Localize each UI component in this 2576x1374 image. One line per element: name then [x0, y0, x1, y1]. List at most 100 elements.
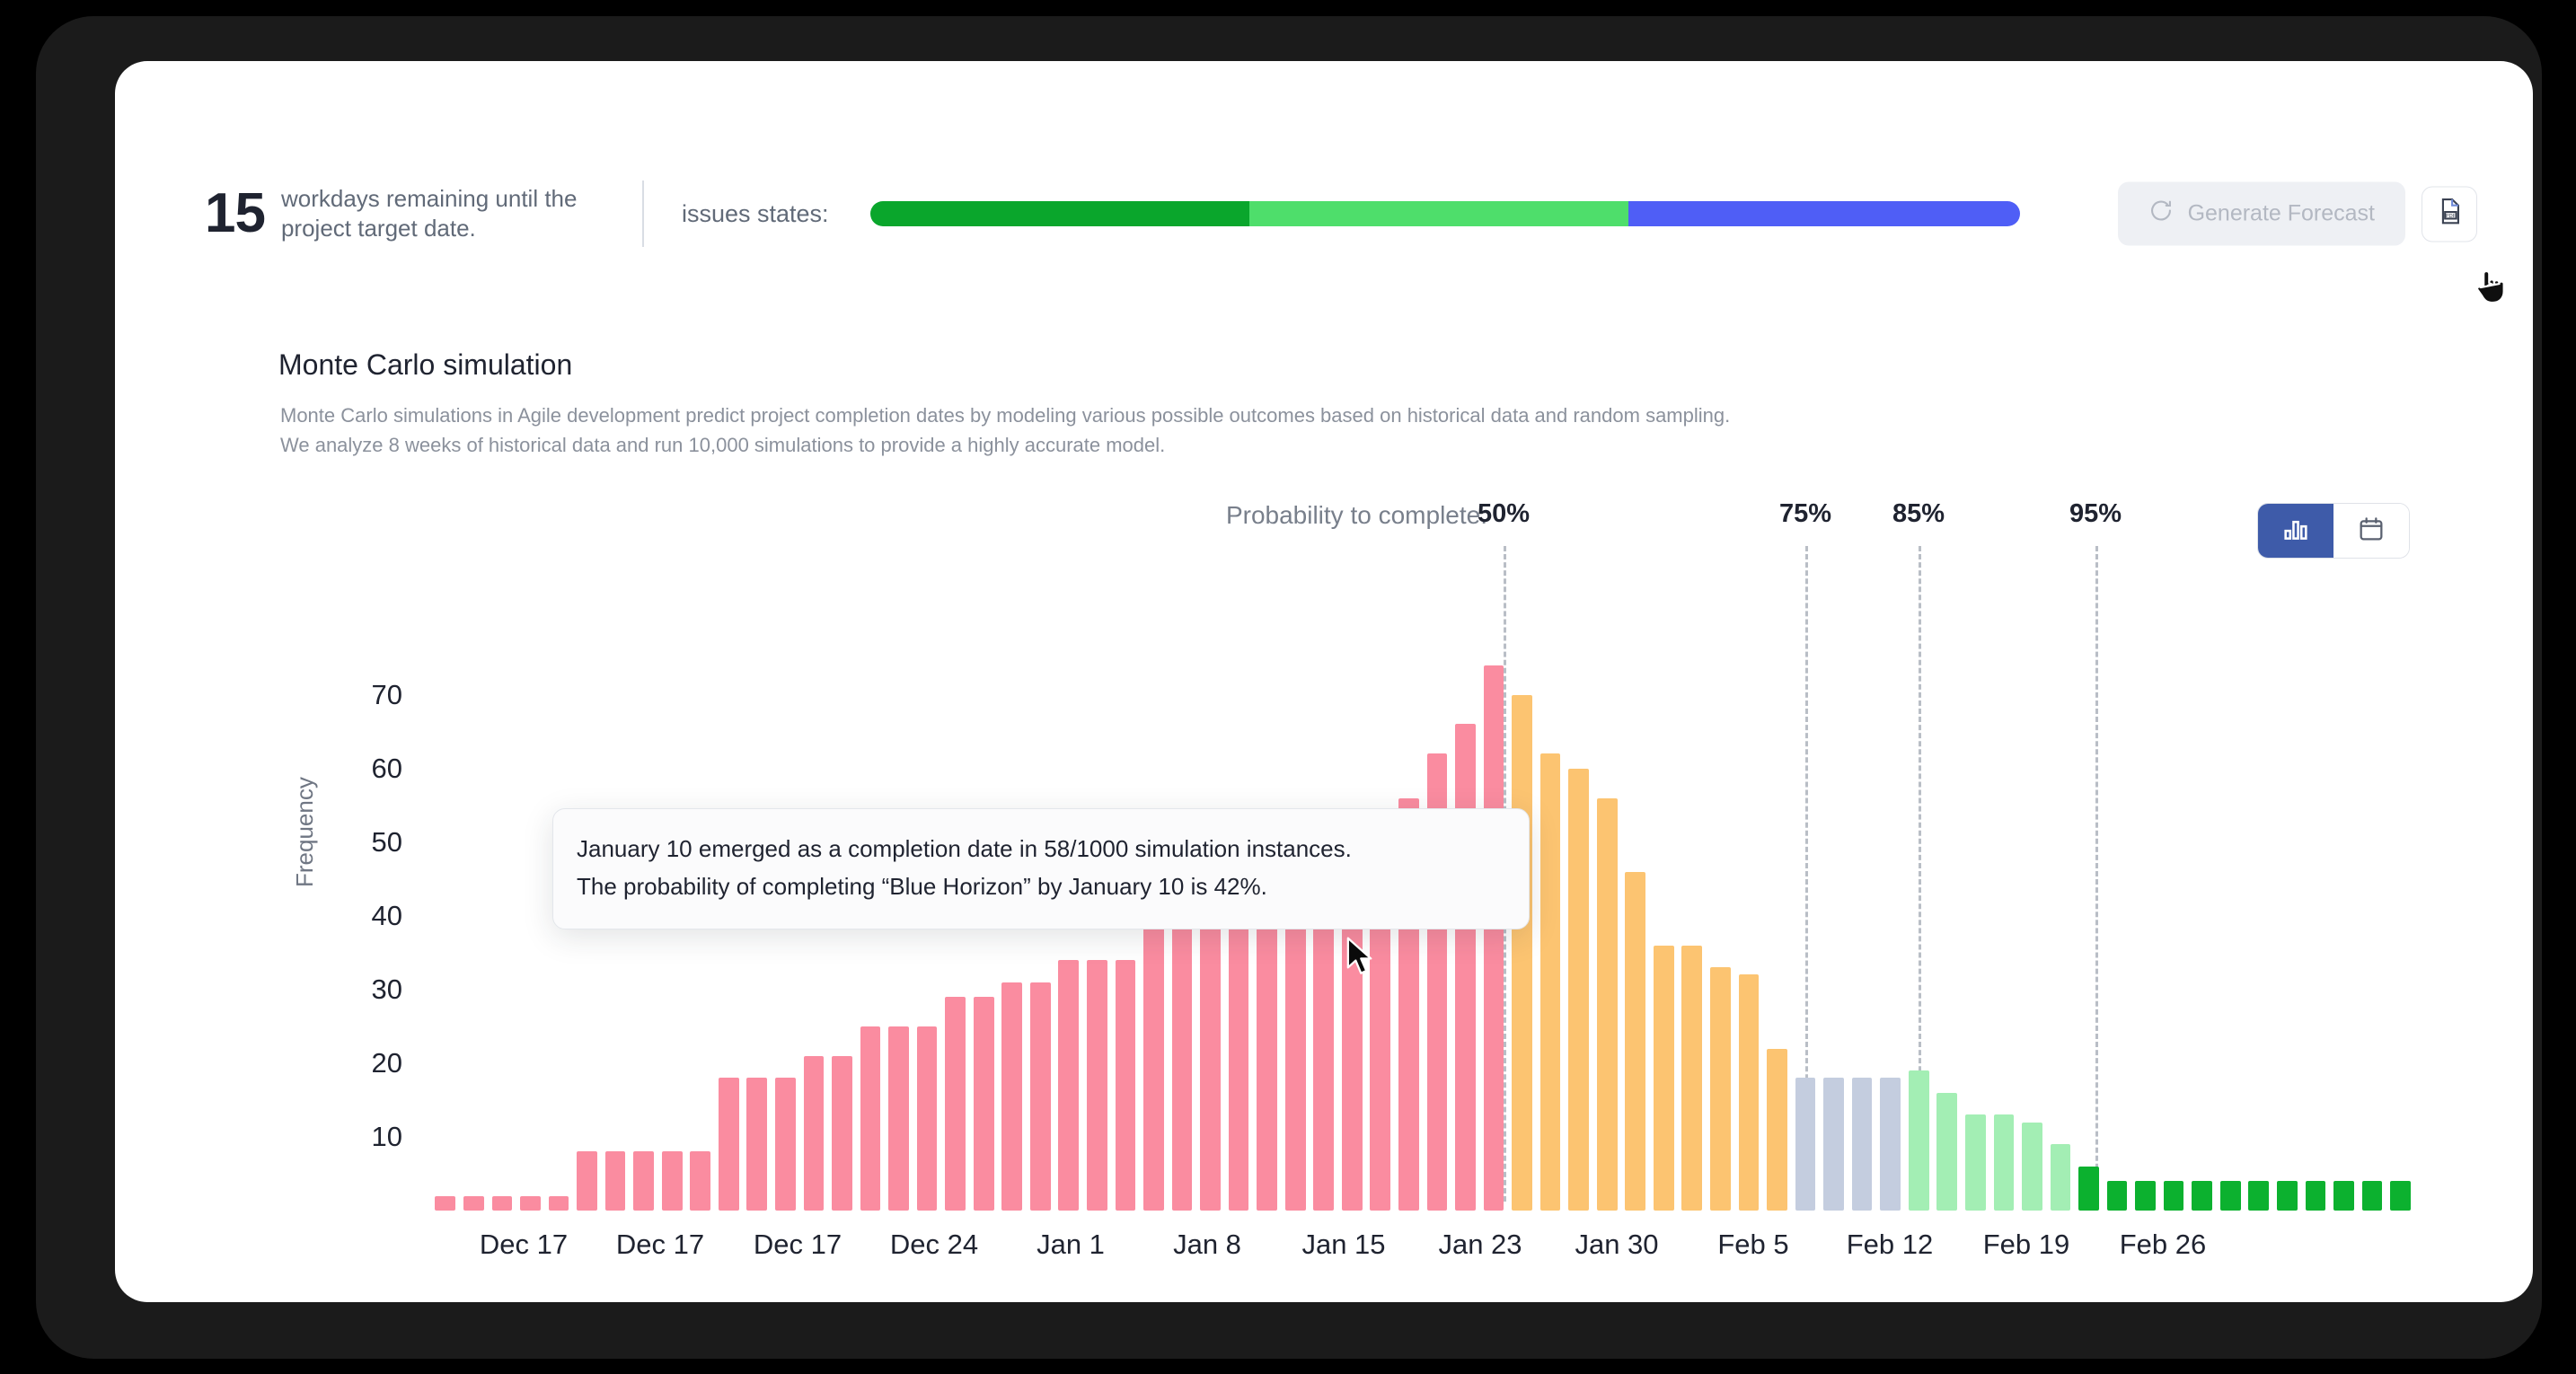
histogram-bar[interactable] [1710, 967, 1731, 1211]
histogram-bar-slot[interactable] [431, 636, 460, 1211]
histogram-bar[interactable] [1539, 753, 1561, 1211]
histogram-bar-slot[interactable] [2075, 636, 2104, 1211]
histogram-bar-slot[interactable] [2046, 636, 2075, 1211]
histogram-bar-slot[interactable] [460, 636, 489, 1211]
histogram-bar[interactable] [2192, 1181, 2213, 1211]
histogram-bar[interactable] [1738, 974, 1760, 1211]
histogram-bar[interactable] [1171, 901, 1193, 1211]
histogram-bar[interactable] [1284, 901, 1306, 1211]
histogram-bar[interactable] [1823, 1078, 1844, 1211]
histogram-bar[interactable] [860, 1026, 881, 1211]
generate-forecast-button[interactable]: Generate Forecast [2117, 181, 2405, 246]
histogram-bar[interactable] [1993, 1114, 2015, 1211]
histogram-bar[interactable] [1313, 885, 1335, 1211]
histogram-bar[interactable] [746, 1078, 768, 1211]
histogram-bar-slot[interactable] [488, 636, 516, 1211]
histogram-bar[interactable] [491, 1195, 513, 1211]
histogram-bar-slot[interactable] [1565, 636, 1593, 1211]
histogram-bar[interactable] [1568, 768, 1589, 1211]
histogram-bar[interactable] [1483, 665, 1504, 1211]
histogram-bar-slot[interactable] [2216, 636, 2245, 1211]
histogram-bar[interactable] [1115, 960, 1136, 1211]
histogram-bar-slot[interactable] [1536, 636, 1565, 1211]
histogram-bar-slot[interactable] [1734, 636, 1763, 1211]
histogram-bar[interactable] [718, 1078, 739, 1211]
histogram-bar[interactable] [973, 997, 994, 1211]
histogram-bar[interactable] [774, 1078, 796, 1211]
calendar-view-button[interactable] [2333, 504, 2409, 558]
histogram-bar[interactable] [1257, 901, 1277, 1211]
histogram-bar-slot[interactable] [1707, 636, 1735, 1211]
histogram-bar[interactable] [1936, 1092, 1958, 1211]
histogram-bar-slot[interactable] [2131, 636, 2160, 1211]
histogram-bar-slot[interactable] [1904, 636, 1933, 1211]
histogram-bar[interactable] [1029, 982, 1051, 1211]
histogram-bar[interactable] [832, 1055, 852, 1211]
histogram-bar[interactable] [1596, 797, 1618, 1211]
histogram-bar[interactable] [1200, 901, 1221, 1211]
histogram-bar[interactable] [1001, 982, 1023, 1211]
histogram-bar[interactable] [2106, 1181, 2128, 1211]
histogram-bar[interactable] [1625, 871, 1646, 1211]
histogram-bar-slot[interactable] [1848, 636, 1876, 1211]
histogram-bar[interactable] [690, 1151, 711, 1211]
histogram-bar-slot[interactable] [1678, 636, 1707, 1211]
histogram-bar[interactable] [520, 1195, 541, 1211]
histogram-bar-slot[interactable] [1791, 636, 1820, 1211]
histogram-bar[interactable] [2163, 1181, 2184, 1211]
histogram-bar-slot[interactable] [2103, 636, 2131, 1211]
histogram-bar[interactable] [1908, 1070, 1929, 1211]
histogram-bar[interactable] [1767, 1048, 1787, 1211]
histogram-bar-slot[interactable] [2159, 636, 2188, 1211]
histogram-bar[interactable] [2361, 1181, 2383, 1211]
histogram-bar-slot[interactable] [1621, 636, 1650, 1211]
histogram-bar[interactable] [1851, 1078, 1873, 1211]
histogram-bar[interactable] [1455, 724, 1476, 1211]
histogram-bar[interactable] [2022, 1122, 2042, 1211]
histogram-bar[interactable] [1058, 960, 1080, 1211]
histogram-bar-slot[interactable] [2330, 636, 2359, 1211]
histogram-bar[interactable] [945, 997, 966, 1211]
histogram-bar-slot[interactable] [1876, 636, 1905, 1211]
histogram-bar[interactable] [1512, 694, 1532, 1211]
histogram-bar[interactable] [577, 1151, 597, 1211]
histogram-bar[interactable] [604, 1151, 626, 1211]
histogram-bar[interactable] [435, 1195, 456, 1211]
histogram-bar-slot[interactable] [1820, 636, 1848, 1211]
histogram-bar[interactable] [633, 1151, 654, 1211]
histogram-bar[interactable] [1795, 1078, 1816, 1211]
histogram-bar-slot[interactable] [1989, 636, 2018, 1211]
histogram-bar-slot[interactable] [2273, 636, 2302, 1211]
histogram-bar[interactable] [2390, 1181, 2411, 1211]
histogram-bar[interactable] [1681, 945, 1703, 1211]
histogram-bar[interactable] [1880, 1078, 1901, 1211]
histogram-bar-slot[interactable] [1592, 636, 1621, 1211]
histogram-bar-slot[interactable] [2188, 636, 2217, 1211]
histogram-bar-slot[interactable] [1650, 636, 1679, 1211]
histogram-bar[interactable] [2276, 1181, 2298, 1211]
histogram-bar[interactable] [1228, 901, 1249, 1211]
histogram-bar[interactable] [2050, 1144, 2071, 1211]
histogram-bar-slot[interactable] [1962, 636, 1990, 1211]
histogram-bar[interactable] [1964, 1114, 1986, 1211]
histogram-bar[interactable] [548, 1195, 569, 1211]
histogram-bar[interactable] [2135, 1181, 2156, 1211]
histogram-bar[interactable] [2248, 1181, 2270, 1211]
histogram-bar[interactable] [2078, 1166, 2099, 1211]
histogram-bar[interactable] [2219, 1181, 2241, 1211]
histogram-bar-slot[interactable] [2301, 636, 2330, 1211]
histogram-bar-slot[interactable] [2386, 636, 2415, 1211]
histogram-bar[interactable] [888, 1026, 909, 1211]
bar-chart-view-button[interactable] [2258, 504, 2333, 558]
export-pdf-button[interactable]: PDF [2422, 186, 2477, 242]
histogram-bar[interactable] [1087, 960, 1107, 1211]
histogram-bar-slot[interactable] [2018, 636, 2047, 1211]
histogram-bar-slot[interactable] [2358, 636, 2386, 1211]
histogram-bar[interactable] [2305, 1181, 2326, 1211]
histogram-bar[interactable] [661, 1151, 683, 1211]
histogram-bar[interactable] [463, 1195, 484, 1211]
histogram-bar[interactable] [2333, 1181, 2354, 1211]
histogram-bar[interactable] [1653, 945, 1674, 1211]
histogram-bar-slot[interactable] [516, 636, 545, 1211]
histogram-bar[interactable] [916, 1026, 938, 1211]
